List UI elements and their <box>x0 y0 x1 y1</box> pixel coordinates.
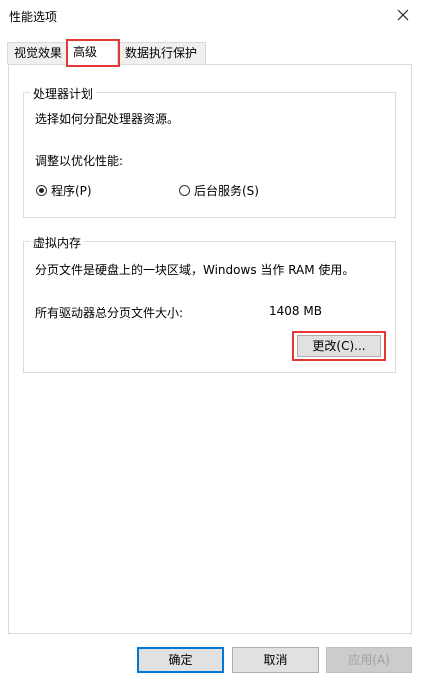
paging-file-total-value: 1408 MB <box>269 304 322 318</box>
button-label: 确定 <box>168 653 193 667</box>
tab-label: 视觉效果 <box>14 46 63 60</box>
close-button[interactable] <box>392 4 414 26</box>
group-legend: 处理器计划 <box>30 85 97 102</box>
apply-button: 应用(A) <box>326 647 412 673</box>
radio-label: 程序(P) <box>51 184 92 198</box>
processor-description: 选择如何分配处理器资源。 <box>35 112 180 126</box>
paging-file-total-label: 所有驱动器总分页文件大小: <box>35 306 184 320</box>
tab-visual-effects[interactable]: 视觉效果 <box>7 42 67 64</box>
radio-button-checked[interactable] <box>36 185 47 196</box>
radio-background-services[interactable]: 后台服务(S) <box>179 182 259 199</box>
button-label: 应用(A) <box>348 653 390 667</box>
title-bar: 性能选项 <box>0 0 422 31</box>
change-button-highlight <box>292 331 386 361</box>
group-legend: 虚拟内存 <box>30 234 85 251</box>
tab-label: 数据执行保护 <box>125 46 198 60</box>
ok-button[interactable]: 确定 <box>137 647 224 673</box>
tab-data-execution-prevention[interactable]: 数据执行保护 <box>118 42 206 64</box>
radio-button[interactable] <box>179 185 190 196</box>
virtual-memory-description: 分页文件是硬盘上的一块区域，Windows 当作 RAM 使用。 <box>35 263 355 277</box>
window-title: 性能选项 <box>9 10 58 24</box>
cancel-button[interactable]: 取消 <box>232 647 319 673</box>
adjust-label: 调整以优化性能: <box>35 154 124 168</box>
radio-programs[interactable]: 程序(P) <box>36 182 92 199</box>
close-icon <box>397 9 409 21</box>
tab-advanced[interactable]: 高级 <box>66 39 118 65</box>
radio-label: 后台服务(S) <box>194 184 259 198</box>
tab-label: 高级 <box>73 45 98 59</box>
button-label: 取消 <box>263 653 288 667</box>
